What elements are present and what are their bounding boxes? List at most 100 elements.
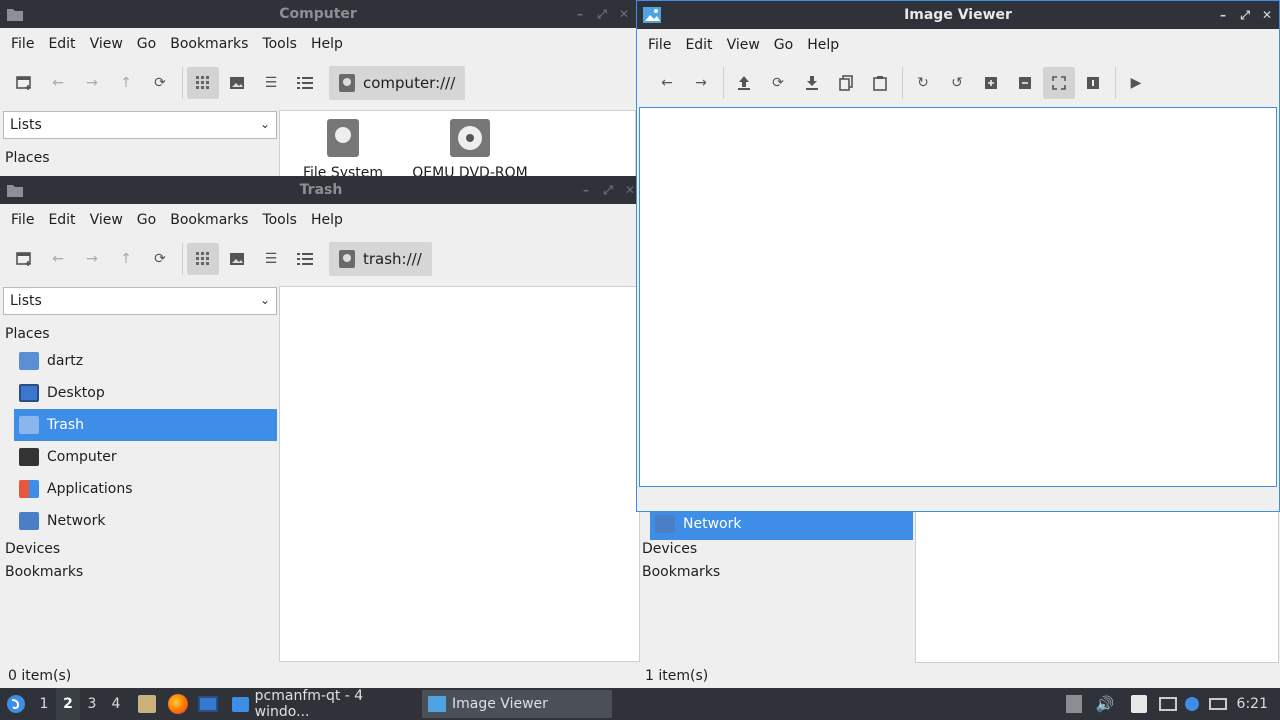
computer-titlebar[interactable]: Computer – ⤢ ✕	[0, 0, 636, 28]
place-label: Computer	[47, 449, 117, 465]
menu-help[interactable]: Help	[304, 36, 350, 52]
up-button[interactable]: ↑	[110, 67, 142, 99]
computer-file-view[interactable]: File System QEMU DVD-ROM	[279, 110, 636, 178]
back-button[interactable]: ←	[42, 67, 74, 99]
menu-edit[interactable]: Edit	[678, 37, 719, 53]
menu-view[interactable]: View	[83, 36, 130, 52]
place-network[interactable]: Network	[14, 505, 277, 537]
menu-view[interactable]: View	[720, 37, 767, 53]
next-button[interactable]: →	[685, 67, 717, 99]
back-button[interactable]: ←	[42, 243, 74, 275]
menu-edit[interactable]: Edit	[41, 212, 82, 228]
workspace-2[interactable]: 2	[56, 688, 80, 720]
place-computer[interactable]: Computer	[14, 441, 277, 473]
menu-help[interactable]: Help	[800, 37, 846, 53]
dvd-rom-item[interactable]: QEMU DVD-ROM	[405, 119, 535, 178]
show-desktop-icon[interactable]	[198, 696, 218, 712]
file-system-item[interactable]: File System	[298, 119, 388, 178]
place-network-selected[interactable]: Network	[650, 508, 913, 540]
place-desktop[interactable]: Desktop	[14, 377, 277, 409]
menu-edit[interactable]: Edit	[41, 36, 82, 52]
menu-go[interactable]: Go	[130, 36, 163, 52]
thumbnail-view-button[interactable]	[221, 67, 253, 99]
place-trash[interactable]: Trash	[14, 409, 277, 441]
background-file-view[interactable]	[915, 510, 1279, 663]
drive-icon	[339, 250, 355, 268]
paste-button[interactable]	[864, 67, 896, 99]
volume-icon[interactable]: 🔊	[1096, 695, 1115, 713]
task-image-viewer[interactable]: Image Viewer	[422, 690, 612, 718]
detailed-view-button[interactable]	[289, 67, 321, 99]
minimize-icon[interactable]: –	[572, 7, 588, 21]
up-button[interactable]: ↑	[110, 243, 142, 275]
file-manager-launcher-icon[interactable]	[138, 695, 156, 713]
rotate-counterclockwise-button[interactable]: ↺	[941, 67, 973, 99]
trash-file-view[interactable]	[279, 286, 640, 662]
place-dartz[interactable]: dartz	[14, 345, 277, 377]
detailed-view-button[interactable]	[289, 243, 321, 275]
menu-go[interactable]: Go	[767, 37, 800, 53]
menu-bookmarks[interactable]: Bookmarks	[163, 212, 255, 228]
reload-button[interactable]: ⟳	[762, 67, 794, 99]
workspace-4[interactable]: 4	[104, 696, 128, 712]
reload-button[interactable]: ⟳	[144, 67, 176, 99]
maximize-icon[interactable]: ⤢	[594, 7, 610, 22]
task-pcmanfm[interactable]: pcmanfm-qt - 4 windo...	[226, 688, 416, 720]
reload-button[interactable]: ⟳	[144, 243, 176, 275]
new-tab-button[interactable]	[8, 67, 40, 99]
new-tab-button[interactable]	[8, 243, 40, 275]
toolbar-separator	[902, 67, 903, 99]
menu-bookmarks[interactable]: Bookmarks	[163, 36, 255, 52]
icon-view-button[interactable]	[187, 67, 219, 99]
menu-file[interactable]: File	[641, 37, 678, 53]
close-icon[interactable]: ✕	[616, 7, 632, 21]
original-size-button[interactable]	[1077, 67, 1109, 99]
workspace-1[interactable]: 1	[32, 696, 56, 712]
menu-file[interactable]: File	[4, 212, 41, 228]
compact-view-button[interactable]: ☰	[255, 67, 287, 99]
compact-view-button[interactable]: ☰	[255, 243, 287, 275]
image-viewer-titlebar[interactable]: Image Viewer – ⤢ ✕	[637, 1, 1279, 29]
icon-view-button[interactable]	[187, 243, 219, 275]
close-icon[interactable]: ✕	[1259, 8, 1275, 22]
menu-tools[interactable]: Tools	[255, 36, 304, 52]
slideshow-button[interactable]: ▶	[1120, 67, 1152, 99]
network-tray-icon[interactable]	[1158, 697, 1177, 711]
copy-button[interactable]	[830, 67, 862, 99]
maximize-icon[interactable]: ⤢	[1237, 8, 1253, 23]
clipboard-icon[interactable]	[1130, 695, 1147, 713]
start-menu-icon[interactable]	[0, 688, 32, 720]
keyboard-icon[interactable]	[1208, 698, 1227, 710]
menu-file[interactable]: File	[4, 36, 41, 52]
menu-go[interactable]: Go	[130, 212, 163, 228]
thumbnail-view-button[interactable]	[221, 243, 253, 275]
rotate-clockwise-button[interactable]: ↻	[907, 67, 939, 99]
menu-help[interactable]: Help	[304, 212, 350, 228]
address-bar[interactable]: computer:///	[329, 66, 466, 100]
place-applications[interactable]: Applications	[14, 473, 277, 505]
forward-button[interactable]: →	[76, 67, 108, 99]
menu-view[interactable]: View	[83, 212, 130, 228]
notification-icon[interactable]	[1184, 697, 1199, 711]
image-canvas[interactable]	[639, 107, 1277, 487]
previous-button[interactable]: ←	[651, 67, 683, 99]
desktop-icon	[19, 384, 39, 402]
side-pane-mode-select[interactable]: Lists ⌄	[3, 287, 277, 315]
zoom-in-button[interactable]	[975, 67, 1007, 99]
minimize-icon[interactable]: –	[578, 183, 594, 197]
open-file-button[interactable]	[728, 67, 760, 99]
removable-media-icon[interactable]	[1065, 695, 1082, 713]
workspace-3[interactable]: 3	[80, 696, 104, 712]
address-bar[interactable]: trash:///	[329, 242, 432, 276]
maximize-icon[interactable]: ⤢	[600, 183, 616, 198]
clock[interactable]: 6:21	[1237, 696, 1268, 712]
menu-tools[interactable]: Tools	[255, 212, 304, 228]
side-pane-mode-select[interactable]: Lists ⌄	[3, 111, 277, 139]
minimize-icon[interactable]: –	[1215, 8, 1231, 22]
firefox-launcher-icon[interactable]	[168, 694, 188, 714]
save-as-button[interactable]	[796, 67, 828, 99]
trash-titlebar[interactable]: Trash – ⤢ ✕	[0, 176, 642, 204]
zoom-fit-button[interactable]	[1043, 67, 1075, 99]
zoom-out-button[interactable]	[1009, 67, 1041, 99]
forward-button[interactable]: →	[76, 243, 108, 275]
